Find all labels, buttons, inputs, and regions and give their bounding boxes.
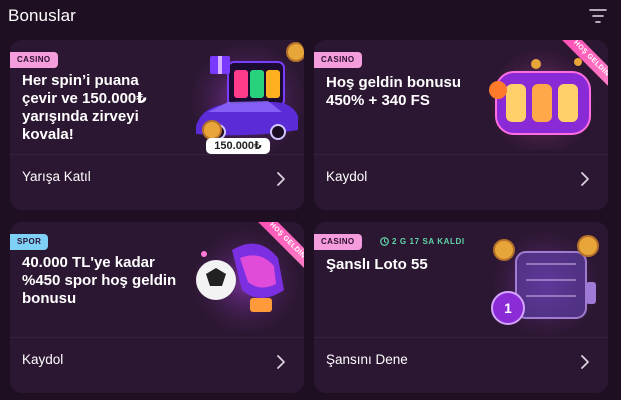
cta-label: Kaydol — [22, 352, 64, 367]
bonus-card-lotto[interactable]: CASINO 2 G 17 SA KALDI Şanslı Loto 55 1 … — [314, 222, 608, 393]
card-footer-cta[interactable]: Kaydol — [314, 154, 608, 210]
card-footer-cta[interactable]: Yarışa Katıl — [10, 154, 304, 210]
category-badge: CASINO — [314, 234, 362, 250]
cta-label: Yarışa Katıl — [22, 169, 91, 184]
card-footer-cta[interactable]: Kaydol — [10, 337, 304, 393]
filter-icon[interactable] — [589, 8, 607, 24]
page-title: Bonuslar — [8, 6, 76, 25]
svg-text:1: 1 — [504, 300, 512, 316]
category-badge: CASINO — [10, 52, 58, 68]
chevron-right-icon — [277, 355, 285, 369]
page-header: Bonuslar — [0, 0, 621, 32]
bonus-title: Hoş geldin bonusu 450% + 340 FS — [326, 74, 461, 109]
bonus-title: Şanslı Loto 55 — [326, 256, 428, 273]
category-badge: SPOR — [10, 234, 49, 250]
bonus-card-welcome-sport[interactable]: SPOR 40.000 TL'ye kadar %450 spor hoş ge… — [10, 222, 304, 393]
clock-icon — [380, 237, 389, 247]
countdown-text: 2 G 17 SA KALDI — [392, 237, 465, 246]
cta-label: Şansını Dene — [326, 352, 408, 367]
countdown-timer: 2 G 17 SA KALDI — [380, 234, 465, 250]
slot-machine-illustration — [489, 50, 594, 150]
chevron-right-icon — [581, 355, 589, 369]
category-badge: CASINO — [314, 52, 362, 68]
lottery-drum-illustration: 1 — [491, 232, 599, 336]
bonus-title: 40.000 TL'ye kadar %450 spor hoş geldin … — [22, 254, 177, 307]
bonus-title: Her spin’i puana çevir ve 150.000₺ yarış… — [22, 72, 147, 143]
bonus-card-race[interactable]: CASINO Her spin’i puana çevir ve 150.000… — [10, 40, 304, 210]
cta-label: Kaydol — [326, 169, 368, 184]
prize-tag: 150.000₺ — [206, 138, 270, 154]
card-footer-cta[interactable]: Şansını Dene — [314, 337, 608, 393]
chevron-right-icon — [581, 172, 589, 186]
bonus-card-welcome-casino[interactable]: CASINO Hoş geldin bonusu 450% + 340 FS H… — [314, 40, 608, 210]
chevron-right-icon — [277, 172, 285, 186]
